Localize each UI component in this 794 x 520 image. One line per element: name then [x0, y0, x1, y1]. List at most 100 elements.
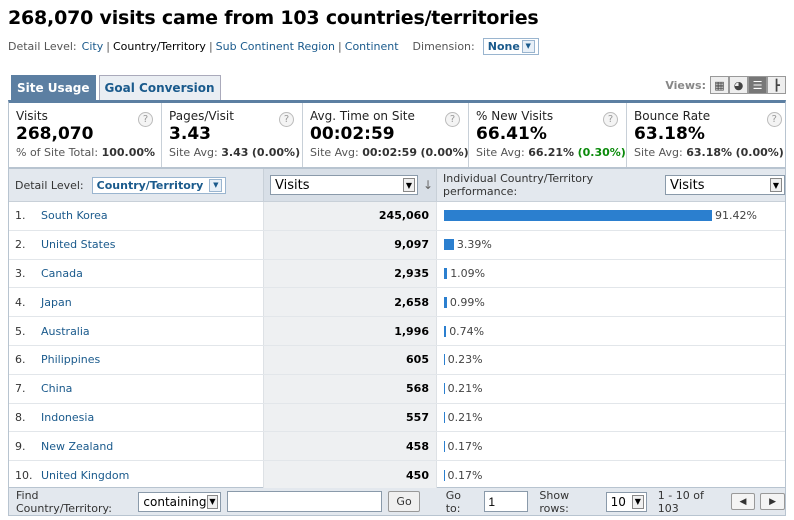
row-visits: 557	[263, 403, 437, 432]
search-input[interactable]	[227, 491, 383, 512]
country-link[interactable]: United Kingdom	[41, 469, 129, 482]
table-icon[interactable]: ▦	[710, 76, 729, 94]
tab-site-usage[interactable]: Site Usage	[11, 75, 96, 100]
country-link[interactable]: Japan	[41, 296, 72, 309]
country-link[interactable]: United States	[41, 238, 116, 251]
row-rank: 9.	[15, 439, 26, 453]
metric-value: 63.18%	[634, 124, 705, 144]
match-select[interactable]: containing ▼	[138, 491, 222, 512]
prev-page-icon[interactable]: ◀	[730, 493, 756, 510]
metric-bounce-rate: Bounce Rate 63.18% Site Avg: 63.18% (0.0…	[627, 103, 790, 167]
help-icon[interactable]: ?	[445, 112, 461, 127]
show-rows-select[interactable]: 10 ▼	[605, 491, 647, 512]
detail-level-bar: Detail Level: City | Country/Territory |…	[8, 38, 539, 55]
bar-icon[interactable]: ☰	[748, 76, 767, 94]
country-link[interactable]: China	[41, 382, 72, 395]
country-link[interactable]: New Zealand	[41, 440, 113, 453]
performance-bar	[444, 411, 445, 423]
chevron-down-icon: ▼	[206, 494, 219, 509]
row-rank: 2.	[15, 238, 26, 252]
row-country: United States	[41, 238, 263, 251]
performance-select[interactable]: Visits ▼	[665, 175, 785, 195]
metric-value: 66.41%	[476, 124, 547, 144]
dimension-value: None	[487, 40, 520, 53]
tab-goal-conversion[interactable]: Goal Conversion	[98, 75, 221, 100]
show-rows-value: 10	[610, 494, 626, 509]
header-detail-level: Detail Level: Country/Territory ▼	[9, 169, 263, 201]
table-footer: Find Country/Territory: containing ▼ Go …	[8, 488, 786, 516]
country-link[interactable]: South Korea	[41, 209, 108, 222]
help-icon[interactable]: ?	[603, 112, 619, 127]
row-performance: 0.17%	[437, 469, 785, 482]
performance-label: Individual Country/Territory performance…	[443, 172, 594, 198]
help-icon[interactable]: ?	[138, 112, 154, 127]
metric-visits: Visits 268,070 % of Site Total: 100.00% …	[9, 103, 163, 167]
row-country: Philippines	[41, 353, 263, 366]
next-page-icon[interactable]: ▶	[760, 493, 785, 510]
row-country: Canada	[41, 267, 263, 280]
chevron-down-icon: ▼	[403, 178, 415, 192]
goto-input[interactable]	[484, 491, 529, 512]
table-row: 8. Indonesia 557 0.21%	[9, 403, 785, 433]
performance-bar	[444, 440, 445, 452]
row-rank: 6.	[15, 353, 26, 367]
detail-current-country: Country/Territory	[112, 40, 206, 53]
metric-sub: Site Avg: 00:02:59 (0.00%)	[310, 146, 469, 159]
table-row: 7. China 568 0.21%	[9, 374, 785, 404]
separator: |	[338, 40, 342, 53]
row-visits: 2,935	[263, 259, 437, 288]
row-country: China	[41, 382, 263, 395]
go-button[interactable]: Go	[388, 491, 420, 512]
header-performance: Individual Country/Territory performance…	[437, 169, 785, 201]
row-country: Australia	[41, 325, 263, 338]
detail-link-continent[interactable]: Continent	[345, 40, 399, 53]
help-icon[interactable]: ?	[766, 112, 782, 127]
country-link[interactable]: Canada	[41, 267, 83, 280]
data-table: Detail Level: Country/Territory ▼ Visits…	[8, 168, 786, 490]
row-country: New Zealand	[41, 440, 263, 453]
row-rank: 10.	[15, 469, 33, 483]
table-detail-select[interactable]: Country/Territory ▼	[91, 176, 227, 194]
row-visits: 605	[263, 345, 437, 374]
row-visits: 1,996	[263, 317, 437, 345]
row-performance: 3.39%	[437, 238, 785, 251]
table-row: 1. South Korea 245,060 91.42%	[9, 202, 785, 231]
row-rank: 4.	[15, 295, 26, 309]
detail-link-subcontinent[interactable]: Sub Continent Region	[216, 40, 335, 53]
row-country: Indonesia	[41, 411, 263, 424]
tab-bar: Site Usage Goal Conversion	[11, 75, 224, 100]
row-rank: 1.	[15, 209, 26, 223]
country-link[interactable]: Indonesia	[41, 411, 94, 424]
performance-percent: 0.17%	[447, 439, 483, 453]
country-link[interactable]: Philippines	[41, 353, 100, 366]
detail-link-city[interactable]: City	[82, 40, 104, 53]
performance-bar	[444, 354, 445, 366]
country-link[interactable]: Australia	[41, 325, 90, 338]
table-body: 1. South Korea 245,060 91.42% 2. United State…	[9, 202, 785, 490]
match-select-value: containing	[143, 494, 207, 509]
metrics-summary: Visits 268,070 % of Site Total: 100.00% …	[8, 100, 786, 168]
performance-percent: 0.21%	[447, 382, 483, 396]
sort-descending-icon[interactable]: ↓	[423, 178, 433, 192]
pie-icon[interactable]: ◕	[729, 76, 748, 94]
help-icon[interactable]: ?	[279, 112, 295, 127]
metric-label: Visits	[16, 109, 48, 123]
performance-bar	[444, 267, 448, 279]
header-metric: Visits ▼ ↓	[263, 169, 437, 201]
dimension-select[interactable]: None ▼	[482, 38, 539, 55]
row-performance: 0.23%	[437, 353, 785, 366]
metric-select[interactable]: Visits ▼	[270, 175, 418, 195]
row-visits: 2,658	[263, 288, 437, 317]
row-rank: 3.	[15, 266, 26, 280]
row-visits: 458	[263, 432, 437, 461]
row-country: Japan	[41, 296, 263, 309]
metric-value: 268,070	[16, 124, 94, 144]
performance-bar	[444, 296, 447, 308]
table-detail-value: Country/Territory	[96, 178, 204, 192]
performance-bar	[444, 383, 445, 395]
comparison-icon[interactable]: ┣	[767, 76, 786, 94]
row-visits: 245,060	[263, 202, 437, 230]
goto-label: Go to:	[445, 488, 461, 515]
chevron-down-icon: ▼	[631, 494, 644, 509]
row-performance: 0.21%	[437, 411, 785, 424]
